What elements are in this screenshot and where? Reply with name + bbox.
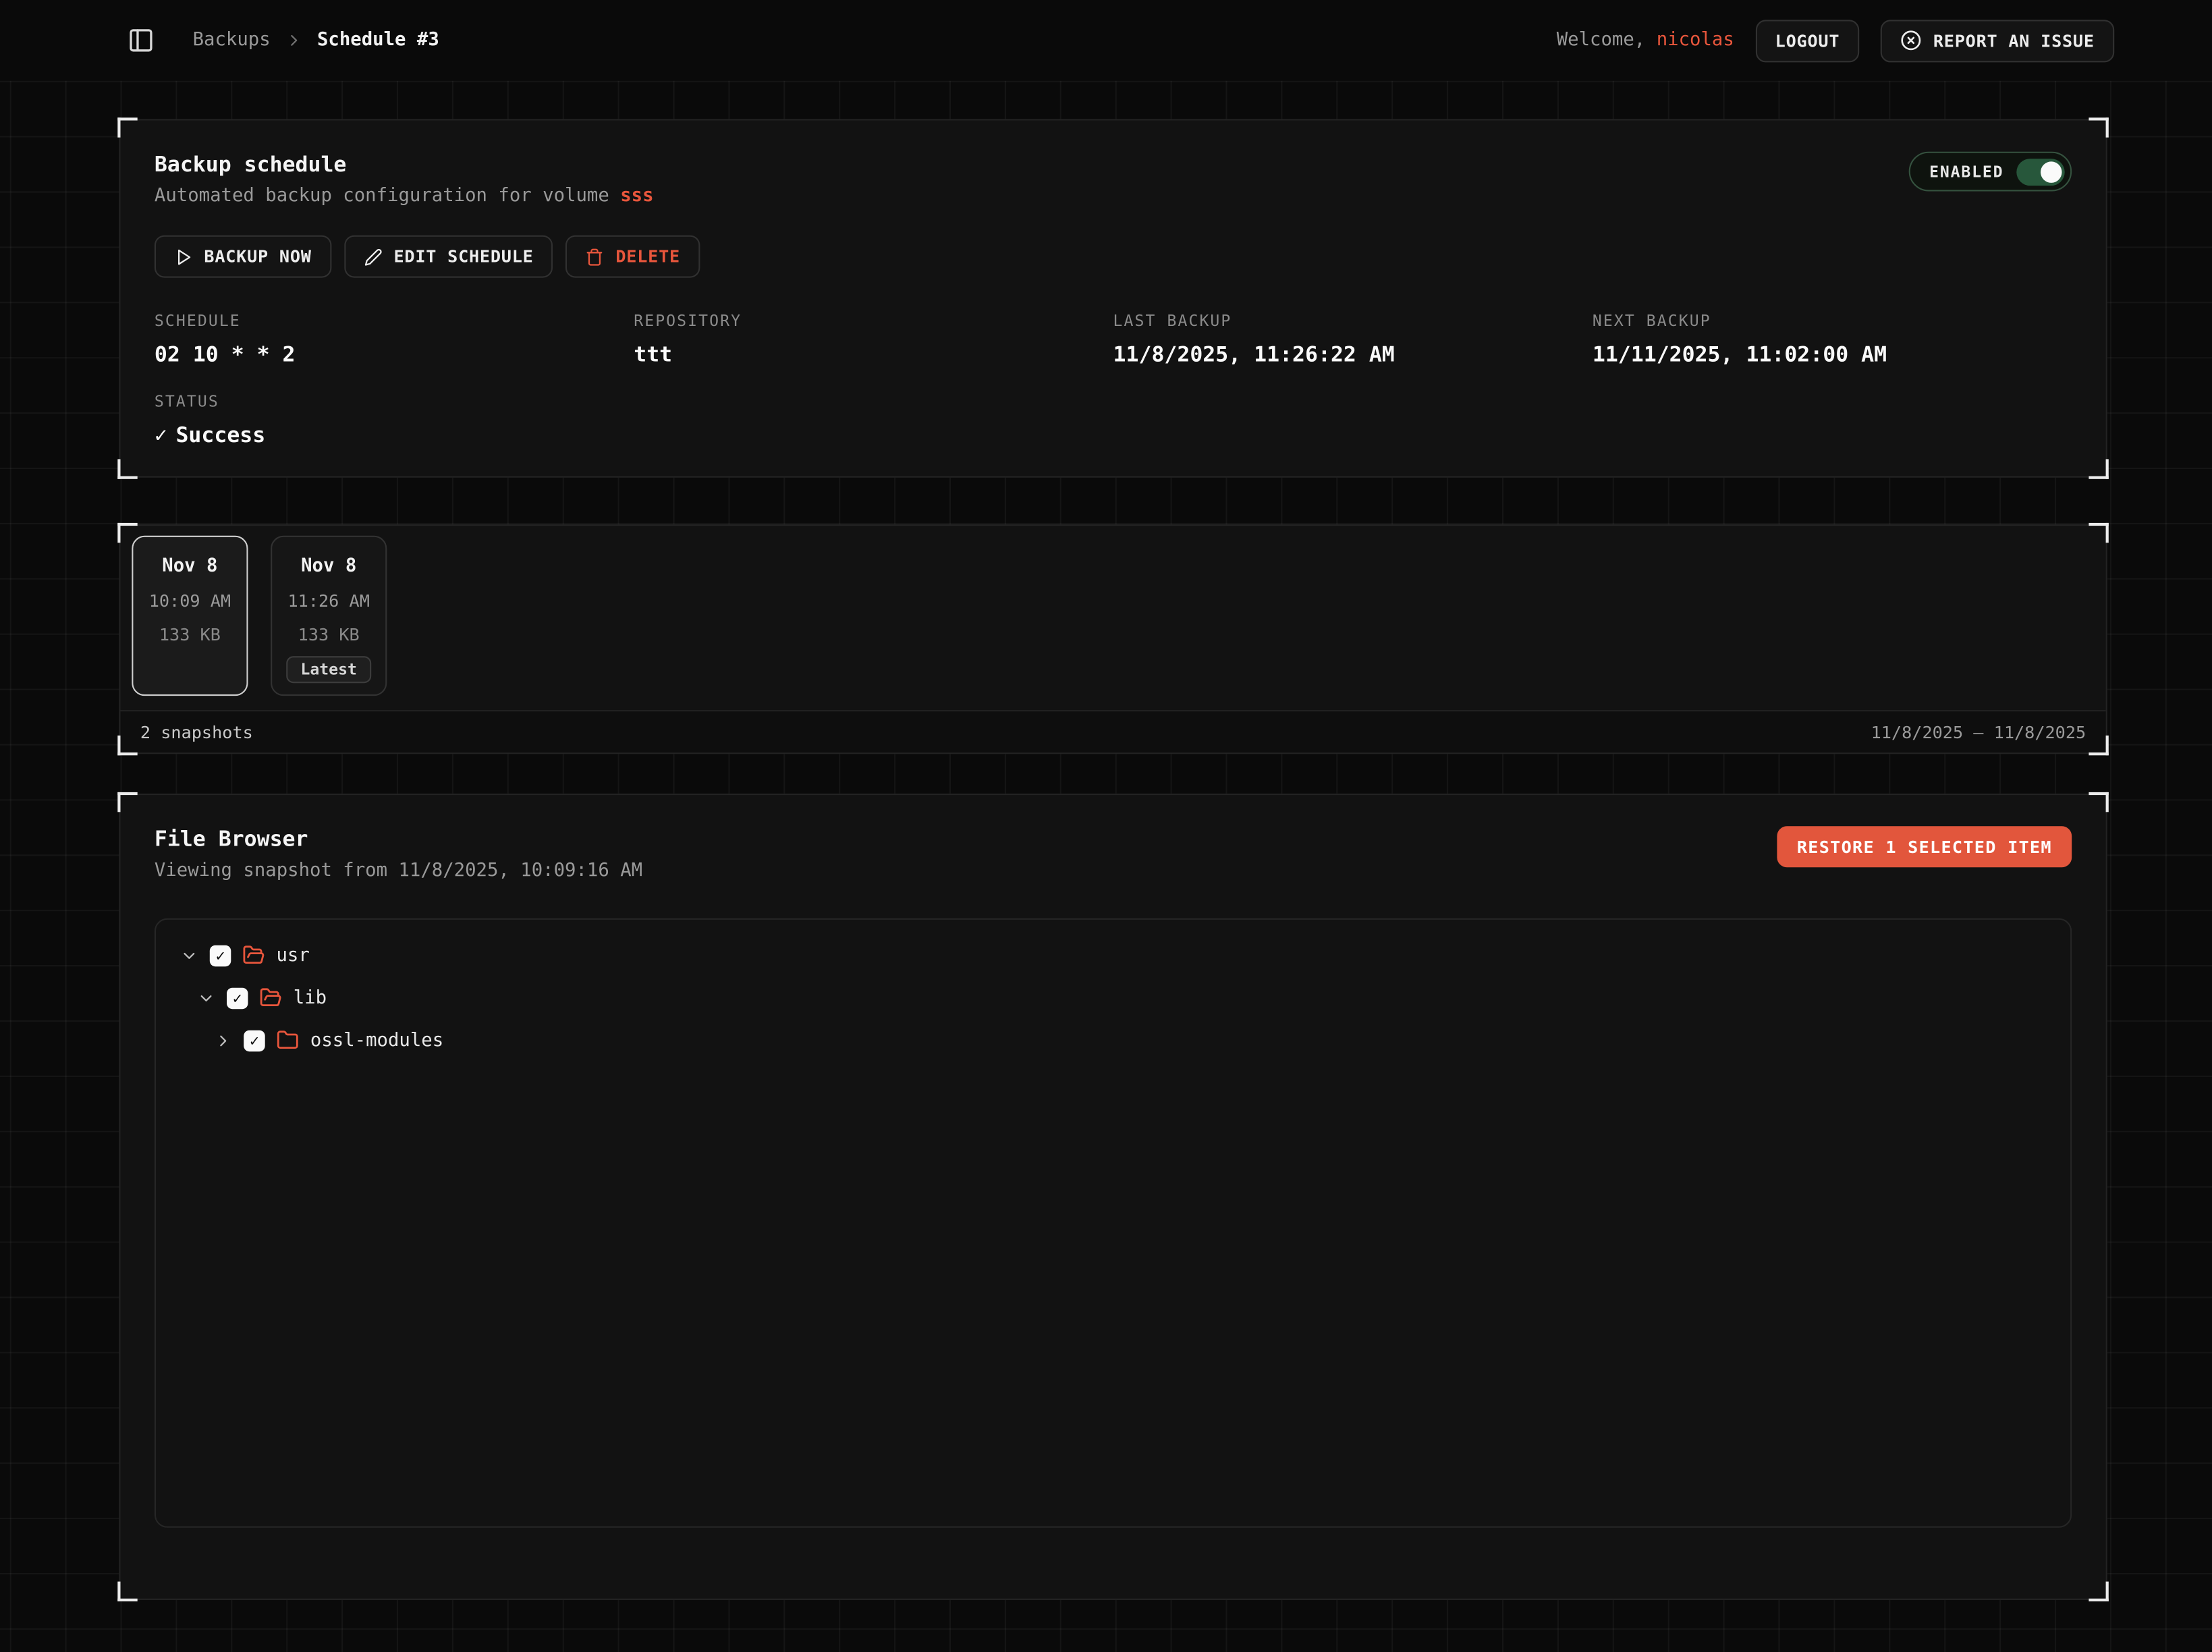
toggle-knob [2041,161,2062,182]
corner-bracket-top-left [117,117,137,137]
username: nicolas [1657,30,1734,51]
corner-bracket-bottom-right [2089,1582,2108,1601]
corner-bracket-bottom-left [117,1582,137,1601]
snapshot-date-range: 11/8/2025 – 11/8/2025 [1871,722,2086,742]
folder-open-icon [259,987,282,1010]
snapshots-footer: 2 snapshots 11/8/2025 – 11/8/2025 [120,710,2105,752]
field-repository: REPOSITORY ttt [634,312,1113,367]
report-issue-icon [1901,30,1923,51]
schedule-panel-title: Backup schedule [155,152,654,177]
corner-bracket-bottom-right [2089,459,2108,478]
panel-left-icon [127,27,154,54]
welcome-text: Welcome, nicolas [1557,30,1734,51]
checkbox-ossl-modules[interactable] [244,1030,265,1051]
file-browser-title: File Browser [155,826,642,852]
corner-bracket-bottom-left [117,459,137,478]
delete-button[interactable]: DELETE [566,236,700,278]
schedule-panel-subtitle: Automated backup configuration for volum… [155,186,654,207]
report-issue-button[interactable]: REPORT AN ISSUE [1881,19,2114,61]
snapshot-cards: Nov 8 10:09 AM 133 KB Nov 8 11:26 AM 133… [120,526,2105,710]
corner-bracket-top-right [2089,117,2108,137]
logout-button[interactable]: LOGOUT [1755,19,1859,61]
chevron-down-icon[interactable] [197,989,215,1007]
snapshots-panel: Nov 8 10:09 AM 133 KB Nov 8 11:26 AM 133… [119,524,2107,754]
report-issue-label: REPORT AN ISSUE [1933,30,2095,50]
checkbox-usr[interactable] [210,945,231,966]
folder-icon [276,1029,299,1052]
volume-name: sss [620,186,653,207]
tree-row-lib[interactable]: lib [156,981,2070,1014]
corner-bracket-top-left [117,792,137,812]
schedule-header-text: Backup schedule Automated backup configu… [155,152,654,207]
tree-label-ossl-modules: ossl-modules [310,1030,443,1051]
toggle-switch[interactable] [2016,158,2064,185]
trash-icon [586,247,604,265]
app-root: Backups Schedule #3 Welcome, nicolas LOG… [0,0,2212,1652]
field-schedule: SCHEDULE 02 10 * * 2 [155,312,634,367]
corner-bracket-bottom-left [117,736,137,755]
breadcrumb-current: Schedule #3 [317,30,439,51]
tree-label-lib: lib [294,987,327,1009]
enabled-toggle[interactable]: ENABLED [1910,152,2072,192]
enabled-label: ENABLED [1929,162,2003,180]
field-next-backup: NEXT BACKUP 11/11/2025, 11:02:00 AM [1593,312,2072,367]
status-value: Success [175,422,265,448]
checkbox-lib[interactable] [227,987,248,1009]
topbar: Backups Schedule #3 Welcome, nicolas LOG… [0,0,2212,81]
corner-bracket-top-left [117,523,137,543]
check-icon: ✓ [155,422,167,448]
snapshot-card-latest[interactable]: Nov 8 11:26 AM 133 KB Latest [271,536,387,696]
latest-badge: Latest [286,656,370,683]
schedule-fields: SCHEDULE 02 10 * * 2 REPOSITORY ttt LAST… [155,312,2072,367]
file-browser-header-text: File Browser Viewing snapshot from 11/8/… [155,826,642,881]
edit-schedule-button[interactable]: EDIT SCHEDULE [344,236,553,278]
snapshot-count: 2 snapshots [140,722,253,742]
breadcrumb: Backups Schedule #3 [193,30,439,51]
chevron-right-icon[interactable] [214,1031,232,1049]
pencil-icon [364,247,382,265]
folder-open-icon [242,944,265,967]
tree-label-usr: usr [276,945,309,966]
breadcrumb-backups[interactable]: Backups [193,30,271,51]
chevron-down-icon[interactable] [180,946,198,964]
tree-row-usr[interactable]: usr [156,938,2070,972]
restore-button[interactable]: RESTORE 1 SELECTED ITEM [1777,826,2072,867]
file-browser-subtitle: Viewing snapshot from 11/8/2025, 10:09:1… [155,860,642,882]
topbar-right: Welcome, nicolas LOGOUT REPORT AN ISSUE [1557,19,2114,61]
file-browser-panel: File Browser Viewing snapshot from 11/8/… [119,794,2107,1600]
corner-bracket-top-right [2089,523,2108,543]
sidebar-toggle-button[interactable] [125,25,156,56]
backup-now-button[interactable]: BACKUP NOW [155,236,331,278]
backup-schedule-panel: Backup schedule Automated backup configu… [119,119,2107,477]
play-icon [174,247,192,265]
field-status: STATUS ✓Success [155,393,2072,448]
corner-bracket-bottom-right [2089,736,2108,755]
chevron-right-icon [285,31,303,49]
snapshot-card-selected[interactable]: Nov 8 10:09 AM 133 KB [132,536,248,696]
field-last-backup: LAST BACKUP 11/8/2025, 11:26:22 AM [1113,312,1593,367]
file-tree: usr lib ossl-modules [155,918,2072,1528]
tree-row-ossl-modules[interactable]: ossl-modules [156,1023,2070,1057]
corner-bracket-top-right [2089,792,2108,812]
schedule-actions: BACKUP NOW EDIT SCHEDULE DELETE [155,236,2072,278]
